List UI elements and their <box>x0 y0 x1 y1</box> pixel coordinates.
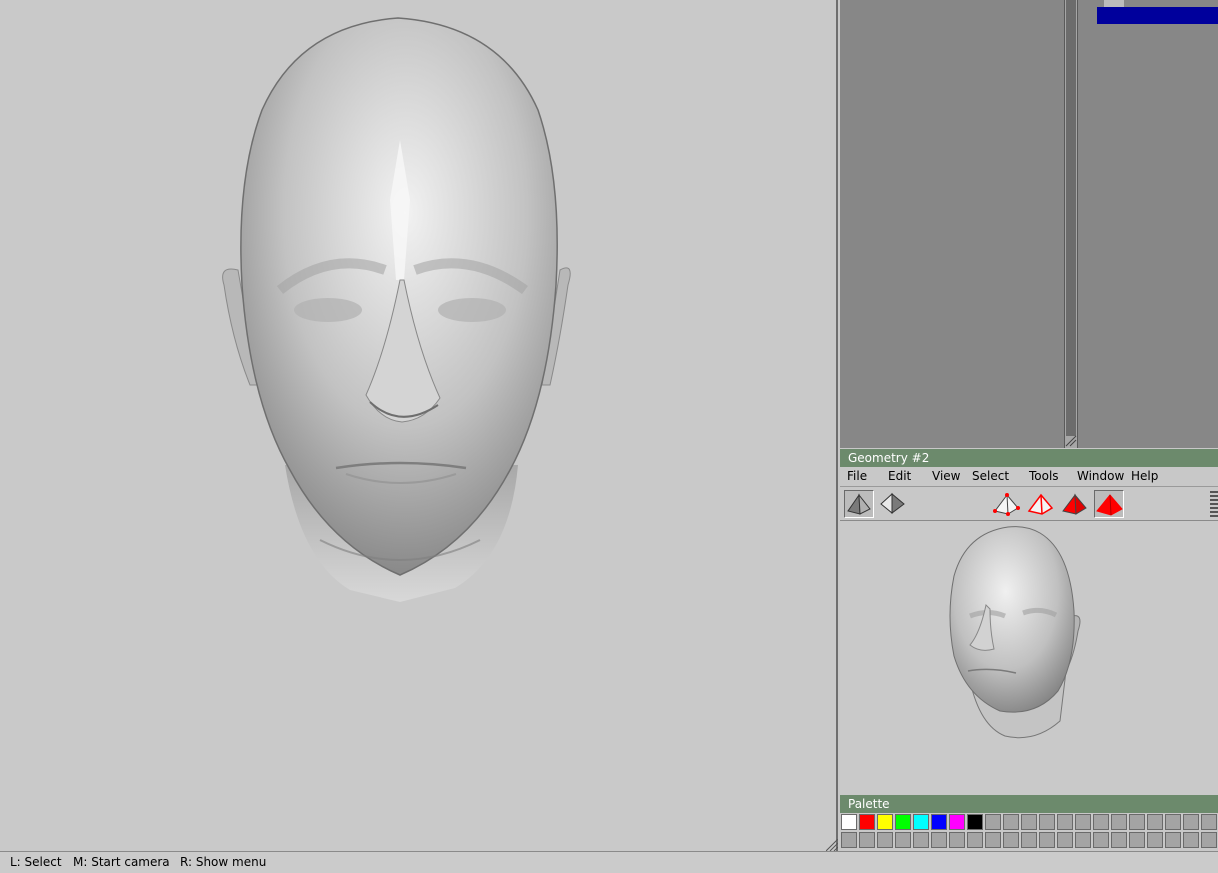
palette-swatch[interactable] <box>913 814 929 830</box>
palette-empty-slot[interactable] <box>1057 814 1073 830</box>
palette-empty-slot[interactable] <box>1147 814 1163 830</box>
palette-swatch[interactable] <box>877 814 893 830</box>
palette-empty-slot[interactable] <box>967 832 983 848</box>
main-3d-viewport[interactable] <box>0 0 838 851</box>
menu-tools[interactable]: Tools <box>1029 469 1059 483</box>
geometry-window-title[interactable]: Geometry #2 <box>840 449 1218 467</box>
status-middle-button-hint: M: Start camera <box>73 855 170 869</box>
palette-window-title[interactable]: Palette <box>840 795 1218 813</box>
geometry-3d-view[interactable] <box>840 521 1218 795</box>
palette-empty-slot[interactable] <box>1165 832 1181 848</box>
edge-select-icon <box>1027 493 1054 515</box>
geometry-menubar: File Edit View Select Tools Window Help <box>840 467 1218 487</box>
outliner-resize-handle[interactable] <box>1064 434 1078 448</box>
palette-empty-slot[interactable] <box>1057 832 1073 848</box>
palette-empty-slot[interactable] <box>1147 832 1163 848</box>
palette-empty-slot[interactable] <box>1039 814 1055 830</box>
vertex-select-button[interactable] <box>992 490 1022 518</box>
palette-empty-slot[interactable] <box>985 832 1001 848</box>
palette-empty-slot[interactable] <box>1003 832 1019 848</box>
head-model-large[interactable] <box>0 0 836 851</box>
palette-grid <box>840 813 1218 851</box>
palette-empty-slot[interactable] <box>985 814 1001 830</box>
vertex-select-icon <box>993 493 1020 516</box>
outliner-panel[interactable] <box>840 0 1064 448</box>
viewport-resize-handle[interactable] <box>825 838 839 852</box>
face-select-button[interactable] <box>1060 490 1090 518</box>
palette-empty-slot[interactable] <box>1111 832 1127 848</box>
palette-empty-slot[interactable] <box>913 832 929 848</box>
palette-empty-slot[interactable] <box>1183 832 1199 848</box>
flat-pyramid-icon <box>880 492 905 515</box>
palette-empty-slot[interactable] <box>1129 814 1145 830</box>
palette-empty-slot[interactable] <box>1039 832 1055 848</box>
palette-empty-slot[interactable] <box>841 832 857 848</box>
palette-swatch[interactable] <box>931 814 947 830</box>
geometry-window-title-text: Geometry #2 <box>848 451 930 465</box>
flat-view-button[interactable] <box>878 490 908 518</box>
palette-empty-slot[interactable] <box>859 832 875 848</box>
head-model-small[interactable] <box>840 521 1218 795</box>
menu-select[interactable]: Select <box>972 469 1009 483</box>
menu-file[interactable]: File <box>847 469 867 483</box>
palette-empty-slot[interactable] <box>895 832 911 848</box>
face-select-icon <box>1062 493 1087 515</box>
palette-title-text: Palette <box>848 797 890 811</box>
palette-empty-slot[interactable] <box>1183 814 1199 830</box>
menu-help[interactable]: Help <box>1131 469 1158 483</box>
palette-empty-slot[interactable] <box>931 832 947 848</box>
palette-empty-slot[interactable] <box>1201 832 1217 848</box>
palette-empty-slot[interactable] <box>949 832 965 848</box>
shaded-pyramid-icon <box>847 493 871 515</box>
palette-empty-slot[interactable] <box>877 832 893 848</box>
palette-swatch[interactable] <box>967 814 983 830</box>
palette-swatch[interactable] <box>859 814 875 830</box>
palette-empty-slot[interactable] <box>1129 832 1145 848</box>
palette-empty-slot[interactable] <box>1003 814 1019 830</box>
status-bar: L: Select M: Start camera R: Show menu <box>0 851 1218 873</box>
palette-empty-slot[interactable] <box>1021 832 1037 848</box>
geometry-toolbar <box>840 487 1218 521</box>
palette-empty-slot[interactable] <box>1093 814 1109 830</box>
palette-empty-slot[interactable] <box>1093 832 1109 848</box>
palette-empty-slot[interactable] <box>1021 814 1037 830</box>
body-select-button[interactable] <box>1094 490 1124 518</box>
palette-empty-slot[interactable] <box>1111 814 1127 830</box>
palette-swatch[interactable] <box>841 814 857 830</box>
status-left-button-hint: L: Select <box>10 855 62 869</box>
selected-list-row[interactable] <box>1097 7 1218 24</box>
status-right-button-hint: R: Show menu <box>180 855 267 869</box>
toolbar-overflow-handle[interactable] <box>1210 491 1218 517</box>
palette-empty-slot[interactable] <box>1165 814 1181 830</box>
outliner-scrollbar-thumb[interactable] <box>1066 0 1076 436</box>
list-tab[interactable] <box>1104 0 1124 7</box>
properties-panel[interactable] <box>1078 0 1218 448</box>
body-select-icon <box>1096 494 1123 516</box>
palette-empty-slot[interactable] <box>1201 814 1217 830</box>
palette-swatch[interactable] <box>949 814 965 830</box>
menu-window[interactable]: Window <box>1077 469 1124 483</box>
menu-view[interactable]: View <box>932 469 960 483</box>
edge-select-button[interactable] <box>1026 490 1056 518</box>
palette-swatch[interactable] <box>895 814 911 830</box>
menu-edit[interactable]: Edit <box>888 469 911 483</box>
palette-empty-slot[interactable] <box>1075 832 1091 848</box>
shaded-view-button[interactable] <box>844 490 874 518</box>
palette-empty-slot[interactable] <box>1075 814 1091 830</box>
